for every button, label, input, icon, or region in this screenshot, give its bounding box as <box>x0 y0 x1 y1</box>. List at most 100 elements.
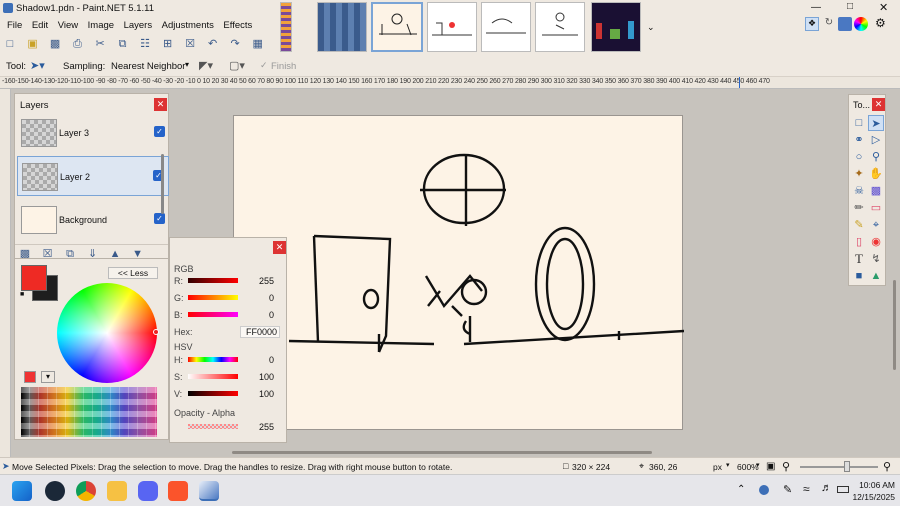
h-value-field[interactable]: 0 <box>254 355 274 365</box>
eraser-icon[interactable]: ▭ <box>868 200 884 216</box>
opacity-slider[interactable] <box>188 424 238 429</box>
colors-toggle-icon[interactable] <box>854 17 868 31</box>
maximize-icon[interactable]: □ <box>847 1 853 12</box>
h-slider[interactable] <box>188 357 238 362</box>
magic-wand-icon[interactable]: ✦ <box>851 166 867 182</box>
settings-gear-icon[interactable]: ⚙ <box>875 16 886 30</box>
menu-image[interactable]: Image <box>88 20 114 31</box>
menu-edit[interactable]: Edit <box>32 20 48 31</box>
paintbrush-icon[interactable]: ✏ <box>851 200 867 216</box>
palette-menu-icon[interactable]: ▾ <box>41 371 55 383</box>
thumbs-overflow-chevron-icon[interactable]: ⌄ <box>647 22 655 33</box>
steam-icon[interactable] <box>45 481 65 501</box>
palette-icon[interactable] <box>24 371 36 383</box>
image-thumb-2[interactable] <box>317 2 367 52</box>
b-value-field[interactable]: 0 <box>254 310 274 320</box>
less-button[interactable]: << Less <box>108 267 158 279</box>
image-thumb-3-active[interactable] <box>371 2 423 52</box>
image-thumb-7[interactable] <box>591 2 641 52</box>
checkmark-icon[interactable]: ✓ <box>260 60 268 71</box>
clock-time[interactable]: 10:06 AM <box>855 480 895 490</box>
clone-stamp-icon[interactable]: ▯ <box>851 234 867 250</box>
menu-layers[interactable]: Layers <box>124 20 153 31</box>
copy-icon[interactable]: ⧉ <box>114 35 132 53</box>
tools-close-icon[interactable]: ✕ <box>872 98 885 111</box>
finish-button[interactable]: Finish <box>271 61 296 72</box>
s-slider[interactable] <box>188 374 238 379</box>
deselect-icon[interactable]: ☒ <box>181 35 199 53</box>
volume-icon[interactable]: ♬ <box>821 482 832 494</box>
zoom-slider-thumb[interactable] <box>844 461 850 472</box>
units-chevron-icon[interactable]: ▾ <box>726 461 730 469</box>
layer-visibility-checkbox[interactable]: ✓ <box>154 126 165 137</box>
color-wheel[interactable] <box>57 283 157 383</box>
minimize-icon[interactable]: — <box>811 2 821 13</box>
drawing-canvas[interactable] <box>233 115 685 430</box>
zoom-chevron-icon[interactable]: ▾ <box>756 461 760 469</box>
menu-effects[interactable]: Effects <box>223 20 252 31</box>
color-wheel-handle[interactable] <box>153 329 159 335</box>
layers-toggle-icon[interactable] <box>838 17 852 31</box>
swap-colors-icon[interactable]: ■ <box>20 291 24 298</box>
menu-file[interactable]: File <box>7 20 22 31</box>
hex-value-field[interactable]: FF0000 <box>240 326 280 338</box>
sampling-select[interactable]: Nearest Neighbor <box>111 61 185 72</box>
zoom-slider[interactable] <box>800 466 878 468</box>
image-thumb-4[interactable] <box>427 2 477 52</box>
s-value-field[interactable]: 100 <box>254 372 274 382</box>
chevron-down-icon[interactable]: ▾ <box>185 60 189 69</box>
g-value-field[interactable]: 0 <box>254 293 274 303</box>
save-icon[interactable]: ▩ <box>46 35 64 53</box>
discord-icon[interactable] <box>138 481 158 501</box>
layer-row-layer3[interactable]: Layer 3 ✓ <box>17 113 169 153</box>
layers-close-icon[interactable]: ✕ <box>154 98 167 111</box>
chrome-icon[interactable] <box>76 481 96 501</box>
gradient-icon[interactable]: ▩ <box>868 183 884 199</box>
color-values-close-icon[interactable]: ✕ <box>273 241 286 254</box>
clock-date[interactable]: 12/15/2025 <box>841 492 895 502</box>
image-thumb-1[interactable] <box>280 2 292 52</box>
print-icon[interactable]: ⎙ <box>69 35 87 53</box>
g-slider[interactable] <box>188 295 238 300</box>
move-selection-icon[interactable]: ➤ <box>868 115 884 131</box>
shapes-icon[interactable]: ■ <box>851 268 867 284</box>
pen-icon[interactable]: ✎ <box>783 483 792 496</box>
image-thumb-6[interactable] <box>535 2 585 52</box>
pencil-icon[interactable]: ✎ <box>851 217 867 233</box>
lasso-icon[interactable]: ⚭ <box>851 132 867 148</box>
windows-start-icon[interactable] <box>12 481 32 501</box>
layer-row-background[interactable]: Background ✓ <box>17 200 169 240</box>
crop-icon[interactable]: ⊞ <box>159 35 177 53</box>
recolor-icon[interactable]: ◉ <box>868 234 884 250</box>
r-value-field[interactable]: 255 <box>254 276 274 286</box>
v-slider[interactable] <box>188 391 238 396</box>
ellipse-select-icon[interactable]: ○ <box>851 149 867 165</box>
file-explorer-icon[interactable] <box>107 481 127 501</box>
pixel-grid-icon[interactable]: ◤▾ <box>199 59 213 72</box>
move-selected-icon[interactable]: ▷ <box>868 132 884 148</box>
move-tool-icon[interactable]: ➤▾ <box>30 59 45 72</box>
undo-icon[interactable]: ↶ <box>204 35 222 53</box>
paint-bucket-icon[interactable]: ☠ <box>851 183 867 199</box>
shapes-triangle-icon[interactable]: ▲ <box>868 268 884 284</box>
close-icon[interactable]: ✕ <box>879 1 888 14</box>
menu-view[interactable]: View <box>58 20 78 31</box>
redo-icon[interactable]: ↷ <box>226 35 244 53</box>
zoom-out-icon[interactable]: ⚲ <box>782 460 790 473</box>
cut-icon[interactable]: ✂ <box>91 35 109 53</box>
open-icon[interactable]: ▣ <box>24 35 42 53</box>
selection-mode-icon[interactable]: ▢▾ <box>229 59 245 72</box>
paste-icon[interactable]: ☷ <box>136 35 154 53</box>
v-value-field[interactable]: 100 <box>254 389 274 399</box>
layer-visibility-checkbox[interactable]: ✓ <box>154 213 165 224</box>
text-icon[interactable]: T <box>851 251 867 267</box>
units-select[interactable]: px <box>713 462 722 472</box>
menu-adjustments[interactable]: Adjustments <box>162 20 214 31</box>
tools-toggle-icon[interactable]: ❖ <box>805 17 819 31</box>
line-curve-icon[interactable]: ↯ <box>868 251 884 267</box>
tray-app-icon[interactable] <box>759 485 769 495</box>
brave-icon[interactable] <box>168 481 188 501</box>
layers-scrollbar[interactable] <box>161 154 164 214</box>
pan-hand-icon[interactable]: ✋ <box>868 166 884 182</box>
zoom-in-icon[interactable]: ⚲ <box>883 460 891 473</box>
